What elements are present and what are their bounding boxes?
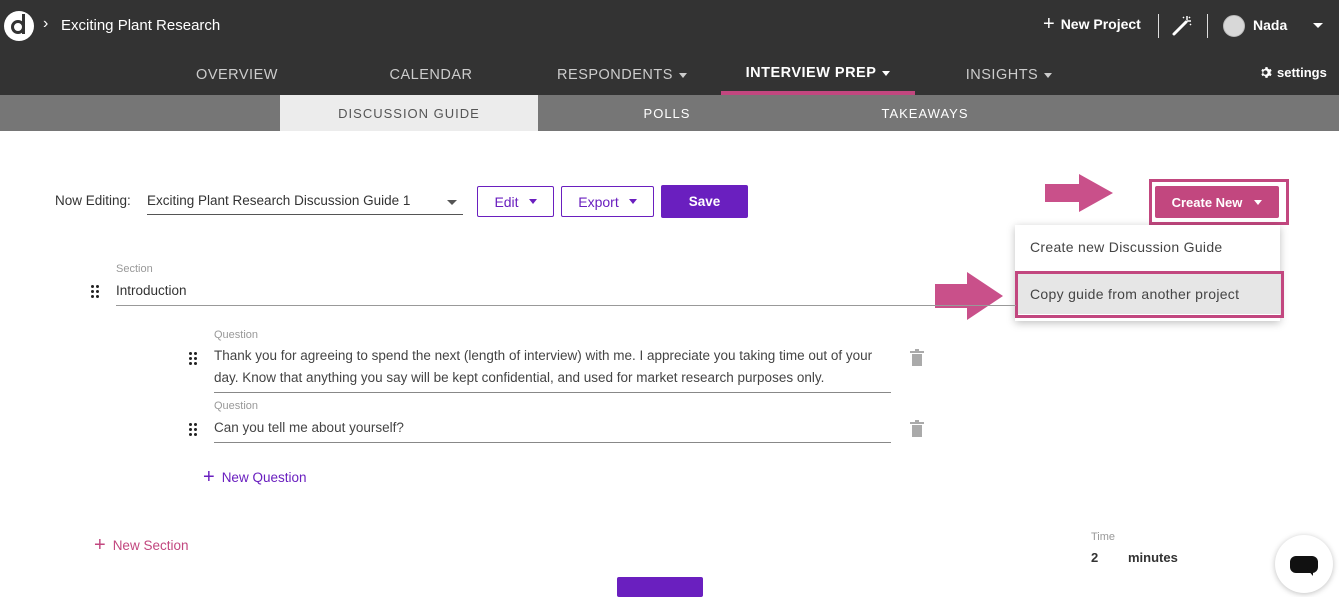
plus-icon: + xyxy=(203,466,215,488)
new-project-button[interactable]: + New Project xyxy=(1043,13,1141,35)
tab-label: RESPONDENTS xyxy=(557,67,673,83)
subtab-discussion-guide[interactable]: DISCUSSION GUIDE xyxy=(280,95,538,131)
new-project-label: New Project xyxy=(1060,16,1141,32)
highlight-frame xyxy=(1015,271,1284,318)
tab-label: CALENDAR xyxy=(389,67,473,83)
app-logo-icon[interactable] xyxy=(4,11,34,41)
create-new-label: Create New xyxy=(1171,194,1243,210)
question-input[interactable]: Thank you for agreeing to spend the next… xyxy=(214,345,891,393)
now-editing-label: Now Editing: xyxy=(55,193,131,208)
settings-link[interactable]: settings xyxy=(1260,65,1327,80)
question-field-label: Question xyxy=(214,329,259,341)
breadcrumb-chevron-icon: › xyxy=(43,15,49,32)
tab-calendar[interactable]: CALENDAR xyxy=(380,55,482,95)
tab-label: INSIGHTS xyxy=(965,67,1039,83)
time-value[interactable]: 2 xyxy=(1091,550,1098,565)
chevron-down-icon xyxy=(628,199,637,204)
menu-item-create-new-guide[interactable]: Create new Discussion Guide xyxy=(1015,227,1280,267)
trash-icon[interactable] xyxy=(910,420,924,437)
chevron-down-icon xyxy=(882,70,891,76)
user-menu-caret-icon[interactable] xyxy=(1313,23,1323,28)
chevron-down-icon xyxy=(1044,72,1053,78)
chevron-down-icon xyxy=(1254,199,1263,205)
user-name[interactable]: Nada xyxy=(1253,17,1287,33)
tab-interview-prep[interactable]: INTERVIEW PREP xyxy=(721,55,915,95)
magic-wand-icon[interactable] xyxy=(1170,14,1194,38)
export-button-label: Export xyxy=(578,193,619,210)
subtab-takeaways[interactable]: TAKEAWAYS xyxy=(796,95,1054,131)
tab-insights[interactable]: INSIGHTS xyxy=(957,55,1061,95)
edit-button-label: Edit xyxy=(494,193,519,210)
section-title-input[interactable]: Introduction xyxy=(116,283,1016,306)
divider xyxy=(1158,14,1159,38)
chevron-down-icon xyxy=(528,199,537,204)
new-question-label: New Question xyxy=(221,469,307,485)
section-field-label: Section xyxy=(116,263,153,275)
guide-select[interactable]: Exciting Plant Research Discussion Guide… xyxy=(147,189,463,215)
tab-label: INTERVIEW PREP xyxy=(745,65,877,81)
plus-icon: + xyxy=(94,534,106,556)
selected-guide-value: Exciting Plant Research Discussion Guide… xyxy=(147,193,411,208)
drag-handle-icon[interactable] xyxy=(189,423,197,437)
drag-handle-icon[interactable] xyxy=(91,285,99,299)
new-section-button[interactable]: + New Section xyxy=(94,534,189,556)
question-input[interactable]: Can you tell me about yourself? xyxy=(214,417,891,443)
user-avatar[interactable] xyxy=(1223,15,1245,37)
chat-widget-button[interactable] xyxy=(1275,535,1333,593)
gear-icon xyxy=(1261,67,1272,78)
plus-icon: + xyxy=(1043,13,1055,35)
sub-nav: DISCUSSION GUIDE POLLS TAKEAWAYS xyxy=(0,95,1339,131)
annotation-arrow-icon xyxy=(1045,174,1113,212)
new-question-button[interactable]: + New Question xyxy=(203,466,307,488)
time-unit: minutes xyxy=(1128,550,1178,565)
new-section-label: New Section xyxy=(112,537,189,553)
tab-respondents[interactable]: RESPONDENTS xyxy=(548,55,696,95)
bottom-action-button[interactable] xyxy=(617,577,703,597)
chevron-down-icon xyxy=(447,200,457,205)
settings-label: settings xyxy=(1277,65,1327,80)
edit-button[interactable]: Edit xyxy=(477,186,554,217)
chevron-down-icon xyxy=(678,72,687,78)
subtab-polls[interactable]: POLLS xyxy=(538,95,796,131)
tab-overview[interactable]: OVERVIEW xyxy=(187,55,287,95)
divider xyxy=(1207,14,1208,38)
tab-label: OVERVIEW xyxy=(196,67,278,83)
question-field-label: Question xyxy=(214,400,259,412)
create-new-button[interactable]: Create New xyxy=(1155,186,1279,218)
main-nav: OVERVIEW CALENDAR RESPONDENTS INTERVIEW … xyxy=(0,55,1339,95)
save-button[interactable]: Save xyxy=(661,185,748,218)
project-title[interactable]: Exciting Plant Research xyxy=(61,17,220,34)
trash-icon[interactable] xyxy=(910,349,924,366)
time-label: Time xyxy=(1091,531,1116,543)
drag-handle-icon[interactable] xyxy=(189,352,197,366)
export-button[interactable]: Export xyxy=(561,186,654,217)
chat-bubble-icon xyxy=(1290,556,1318,573)
